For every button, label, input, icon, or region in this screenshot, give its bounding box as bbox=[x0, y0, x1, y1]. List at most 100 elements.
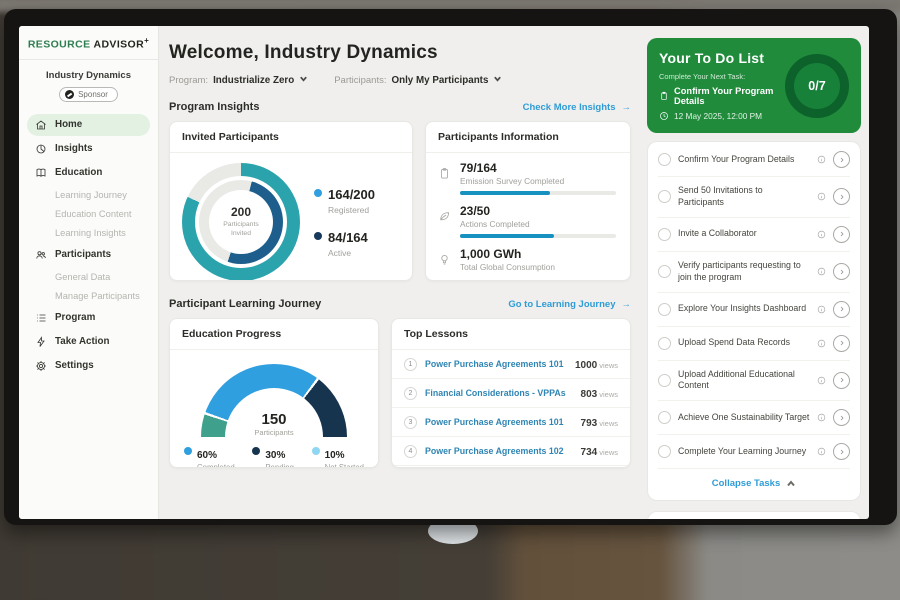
stat-total-consumption: 1,000 GWh Total Global Consumption bbox=[438, 247, 616, 272]
info-icon[interactable] bbox=[817, 267, 826, 276]
sidebar-item-participants[interactable]: Participants bbox=[27, 244, 150, 266]
chevron-right-button[interactable] bbox=[833, 372, 850, 389]
info-icon[interactable] bbox=[817, 376, 826, 385]
chevron-right-button[interactable] bbox=[833, 301, 850, 318]
sidebar-item-label: Program bbox=[55, 312, 95, 323]
info-icon[interactable] bbox=[817, 305, 826, 314]
legend-active: 84/164 Active bbox=[314, 229, 375, 258]
task-upload-spend-data[interactable]: Upload Spend Data Records bbox=[658, 327, 850, 361]
sponsor-icon bbox=[65, 90, 74, 99]
go-to-learning-journey-link[interactable]: Go to Learning Journey → bbox=[508, 299, 631, 310]
lesson-link[interactable]: Power Purchase Agreements 102 bbox=[425, 446, 573, 456]
clipboard-icon bbox=[438, 167, 451, 180]
participants-value: Only My Participants bbox=[391, 75, 488, 86]
chevron-right-button[interactable] bbox=[833, 409, 850, 426]
task-checkbox[interactable] bbox=[658, 153, 671, 166]
chevron-right-button[interactable] bbox=[833, 335, 850, 352]
sidebar-item-program[interactable]: Program bbox=[27, 307, 150, 329]
program-select[interactable]: Program: Industrialize Zero bbox=[169, 74, 308, 86]
legend-registered: 164/200 Registered bbox=[314, 186, 375, 215]
chevron-right-button[interactable] bbox=[833, 226, 850, 243]
task-checkbox[interactable] bbox=[658, 190, 671, 203]
arrow-right-icon: → bbox=[622, 299, 632, 310]
check-more-insights-link[interactable]: Check More Insights → bbox=[523, 102, 631, 113]
sidebar-item-label: Take Action bbox=[55, 336, 109, 347]
action-icon bbox=[35, 336, 47, 348]
task-checkbox[interactable] bbox=[658, 337, 671, 350]
info-icon[interactable] bbox=[817, 230, 826, 239]
card-title: Top Lessons bbox=[392, 319, 630, 350]
sidebar-item-home[interactable]: Home bbox=[27, 114, 150, 136]
chevron-down-icon bbox=[299, 74, 308, 86]
sidebar-item-take-action[interactable]: Take Action bbox=[27, 331, 150, 353]
completed-dot bbox=[184, 447, 192, 455]
sidebar-item-manage-participants[interactable]: Manage Participants bbox=[19, 287, 150, 305]
lesson-link[interactable]: Financial Considerations - VPPAs bbox=[425, 388, 573, 398]
task-complete-learning-journey[interactable]: Complete Your Learning Journey bbox=[658, 435, 850, 469]
task-explore-insights[interactable]: Explore Your Insights Dashboard bbox=[658, 293, 850, 327]
sidebar-item-insights[interactable]: Insights bbox=[27, 138, 150, 160]
info-icon[interactable] bbox=[817, 413, 826, 422]
todo-panel: Your To Do List Complete Your Next Task:… bbox=[641, 26, 869, 519]
chevron-right-button[interactable] bbox=[833, 263, 850, 280]
task-invite-collaborator[interactable]: Invite a Collaborator bbox=[658, 218, 850, 252]
lesson-link[interactable]: Power Purchase Agreements 101 bbox=[425, 417, 573, 427]
monitor-bezel: RESOURCE ADVISOR+ Industry Dynamics Spon… bbox=[4, 9, 897, 525]
task-checkbox[interactable] bbox=[658, 265, 671, 278]
info-icon[interactable] bbox=[817, 155, 826, 164]
todo-tasks-card: Confirm Your Program Details Send 50 Inv… bbox=[647, 141, 861, 501]
sidebar-item-settings[interactable]: Settings bbox=[27, 355, 150, 377]
task-checkbox[interactable] bbox=[658, 228, 671, 241]
info-icon[interactable] bbox=[817, 447, 826, 456]
rank-badge: 4 bbox=[404, 445, 417, 458]
logo-plus: + bbox=[144, 36, 149, 45]
task-checkbox[interactable] bbox=[658, 411, 671, 424]
invited-donut-chart: 200 ParticipantsInvited bbox=[182, 163, 300, 281]
donut-center-value: 200 bbox=[231, 205, 251, 219]
task-checkbox[interactable] bbox=[658, 445, 671, 458]
task-checkbox[interactable] bbox=[658, 374, 671, 387]
sidebar-item-learning-journey[interactable]: Learning Journey bbox=[19, 186, 150, 204]
task-upload-educational-content[interactable]: Upload Additional Educational Content bbox=[658, 361, 850, 402]
info-icon[interactable] bbox=[817, 339, 826, 348]
sidebar-menu: Home Insights Education Learning Journey… bbox=[19, 114, 158, 377]
sidebar-item-education[interactable]: Education bbox=[27, 162, 150, 184]
gear-icon bbox=[35, 360, 47, 372]
recent-news-card: Recent News bbox=[647, 511, 861, 519]
lesson-row: 5 Power Purchase Agreements 103 600views bbox=[392, 466, 630, 468]
todo-progress-value: 0/7 bbox=[794, 63, 840, 109]
app-logo[interactable]: RESOURCE ADVISOR+ bbox=[19, 36, 158, 60]
chevron-right-button[interactable] bbox=[833, 188, 850, 205]
sidebar-item-general-data[interactable]: General Data bbox=[19, 268, 150, 286]
participants-label: Participants: bbox=[334, 75, 386, 86]
participants-select[interactable]: Participants: Only My Participants bbox=[334, 74, 502, 86]
sponsor-badge-label: Sponsor bbox=[78, 90, 108, 99]
todo-title: Your To Do List bbox=[659, 50, 785, 66]
task-verify-participants[interactable]: Verify participants requesting to join t… bbox=[658, 252, 850, 293]
chevron-right-button[interactable] bbox=[833, 151, 850, 168]
lesson-link[interactable]: Power Purchase Agreements 101 bbox=[425, 359, 567, 369]
sidebar-item-label: Home bbox=[55, 119, 82, 130]
task-achieve-sustainability-target[interactable]: Achieve One Sustainability Target bbox=[658, 401, 850, 435]
program-insights-header: Program Insights Check More Insights → bbox=[169, 101, 631, 113]
info-icon[interactable] bbox=[817, 192, 826, 201]
logo-resource: RESOURCE bbox=[28, 39, 91, 51]
sidebar-item-learning-insights[interactable]: Learning Insights bbox=[19, 224, 150, 242]
clock-icon bbox=[659, 111, 669, 121]
legend-not-started: 10%Not Started bbox=[312, 445, 364, 468]
sponsor-badge[interactable]: Sponsor bbox=[59, 87, 118, 102]
main-content: Welcome, Industry Dynamics Program: Indu… bbox=[159, 26, 641, 519]
sidebar-item-education-content[interactable]: Education Content bbox=[19, 205, 150, 223]
program-value: Industrialize Zero bbox=[213, 75, 294, 86]
chevron-right-button[interactable] bbox=[833, 443, 850, 460]
people-icon bbox=[35, 249, 47, 261]
task-checkbox[interactable] bbox=[658, 303, 671, 316]
task-send-invitations[interactable]: Send 50 Invitations to Participants bbox=[658, 177, 850, 218]
not-started-dot bbox=[312, 447, 320, 455]
task-confirm-program-details[interactable]: Confirm Your Program Details bbox=[658, 143, 850, 177]
chevron-up-icon bbox=[786, 479, 796, 489]
legend-pending: 30%Pending bbox=[252, 445, 294, 468]
collapse-tasks-link[interactable]: Collapse Tasks bbox=[658, 469, 850, 499]
lesson-row: 4 Power Purchase Agreements 102 734views bbox=[392, 437, 630, 466]
sidebar-item-label: Insights bbox=[55, 143, 93, 154]
